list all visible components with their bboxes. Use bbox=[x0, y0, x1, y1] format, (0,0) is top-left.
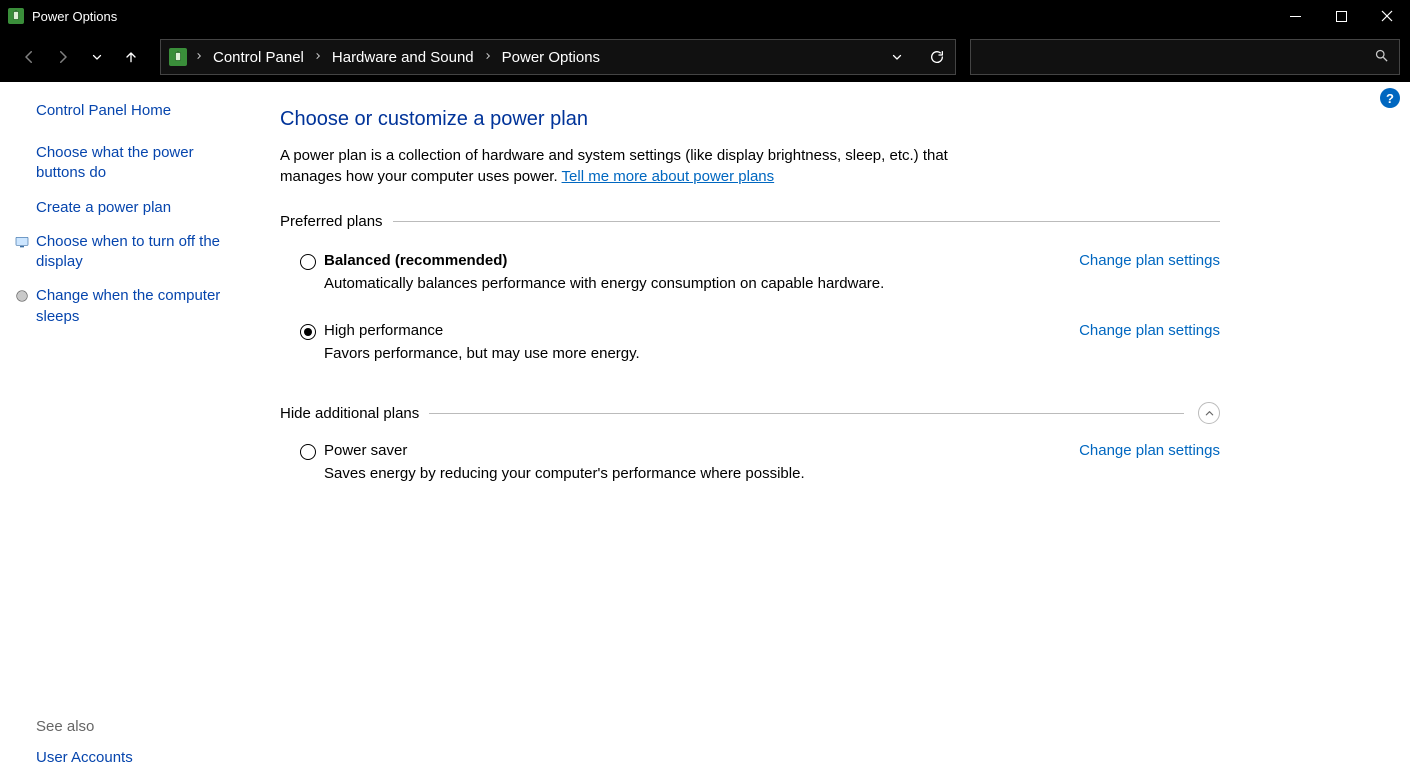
up-button[interactable] bbox=[116, 42, 146, 72]
plan-high-performance: High performance Change plan settings Fa… bbox=[280, 322, 1220, 362]
moon-icon bbox=[14, 288, 30, 304]
change-settings-link-balanced[interactable]: Change plan settings bbox=[1079, 252, 1220, 269]
maximize-button[interactable] bbox=[1318, 0, 1364, 32]
address-path[interactable]: Control Panel Hardware and Sound Power O… bbox=[160, 39, 956, 75]
plan-desc-high: Favors performance, but may use more ene… bbox=[324, 345, 1220, 362]
content: Choose or customize a power plan A power… bbox=[260, 82, 1260, 780]
plan-title-saver[interactable]: Power saver bbox=[324, 442, 407, 459]
forward-button[interactable] bbox=[48, 42, 78, 72]
sidebar-item-computer-sleeps: Change when the computer sleeps bbox=[36, 286, 242, 327]
address-bar: Control Panel Hardware and Sound Power O… bbox=[0, 32, 1410, 82]
chevron-right-icon[interactable] bbox=[193, 50, 205, 64]
chevron-right-icon[interactable] bbox=[312, 50, 324, 64]
minimize-button[interactable] bbox=[1272, 0, 1318, 32]
chevron-right-icon[interactable] bbox=[482, 50, 494, 64]
search-icon[interactable] bbox=[1374, 48, 1389, 67]
address-dropdown-button[interactable] bbox=[879, 39, 915, 75]
sidebar: Control Panel Home Choose what the power… bbox=[0, 82, 260, 780]
change-settings-link-high[interactable]: Change plan settings bbox=[1079, 322, 1220, 339]
control-panel-home-link[interactable]: Control Panel Home bbox=[36, 102, 242, 119]
window-titlebar: Power Options bbox=[0, 0, 1410, 32]
breadcrumb-power-options[interactable]: Power Options bbox=[498, 49, 604, 66]
sidebar-link-turn-off-display[interactable]: Choose when to turn off the display bbox=[36, 232, 242, 273]
section-heading-hidden[interactable]: Hide additional plans bbox=[280, 405, 419, 422]
search-box[interactable] bbox=[970, 39, 1400, 75]
see-also-user-accounts[interactable]: User Accounts bbox=[36, 749, 242, 766]
display-icon bbox=[14, 234, 30, 250]
window-title: Power Options bbox=[32, 9, 117, 24]
radio-power-saver[interactable] bbox=[300, 444, 316, 460]
refresh-button[interactable] bbox=[919, 39, 955, 75]
section-divider bbox=[393, 221, 1220, 222]
plan-balanced: Balanced (recommended) Change plan setti… bbox=[280, 252, 1220, 292]
sidebar-item-power-buttons: Choose what the power buttons do bbox=[36, 143, 242, 184]
plan-desc-balanced: Automatically balances performance with … bbox=[324, 275, 1220, 292]
breadcrumb-hardware-and-sound[interactable]: Hardware and Sound bbox=[328, 49, 478, 66]
sidebar-item-turn-off-display: Choose when to turn off the display bbox=[36, 232, 242, 273]
plan-power-saver: Power saver Change plan settings Saves e… bbox=[280, 442, 1220, 482]
sidebar-item-create-plan: Create a power plan bbox=[36, 198, 242, 218]
plan-title-balanced[interactable]: Balanced (recommended) bbox=[324, 252, 507, 269]
additional-plans-section: Hide additional plans Power saver Change… bbox=[280, 402, 1220, 482]
section-heading-preferred: Preferred plans bbox=[280, 213, 383, 230]
tell-me-more-link[interactable]: Tell me more about power plans bbox=[562, 168, 775, 185]
power-options-icon bbox=[8, 8, 24, 24]
window-controls bbox=[1272, 0, 1410, 32]
collapse-additional-plans-button[interactable] bbox=[1198, 402, 1220, 424]
help-icon[interactable]: ? bbox=[1380, 88, 1400, 108]
page-description: A power plan is a collection of hardware… bbox=[280, 145, 1000, 187]
search-input[interactable] bbox=[981, 49, 1374, 65]
change-settings-link-saver[interactable]: Change plan settings bbox=[1079, 442, 1220, 459]
radio-balanced[interactable] bbox=[300, 254, 316, 270]
preferred-plans-section: Preferred plans Balanced (recommended) C… bbox=[280, 213, 1220, 362]
breadcrumb-control-panel[interactable]: Control Panel bbox=[209, 49, 308, 66]
sidebar-link-create-plan[interactable]: Create a power plan bbox=[36, 198, 171, 218]
sidebar-link-computer-sleeps[interactable]: Change when the computer sleeps bbox=[36, 286, 242, 327]
section-divider bbox=[429, 413, 1184, 414]
page-heading: Choose or customize a power plan bbox=[280, 108, 1220, 131]
recent-dropdown-button[interactable] bbox=[82, 42, 112, 72]
plan-desc-saver: Saves energy by reducing your computer's… bbox=[324, 465, 1220, 482]
back-button[interactable] bbox=[14, 42, 44, 72]
plan-title-high[interactable]: High performance bbox=[324, 322, 443, 339]
power-options-path-icon bbox=[169, 48, 187, 66]
see-also-heading: See also bbox=[36, 718, 242, 735]
radio-high-performance[interactable] bbox=[300, 324, 316, 340]
sidebar-link-power-buttons[interactable]: Choose what the power buttons do bbox=[36, 143, 242, 184]
close-button[interactable] bbox=[1364, 0, 1410, 32]
